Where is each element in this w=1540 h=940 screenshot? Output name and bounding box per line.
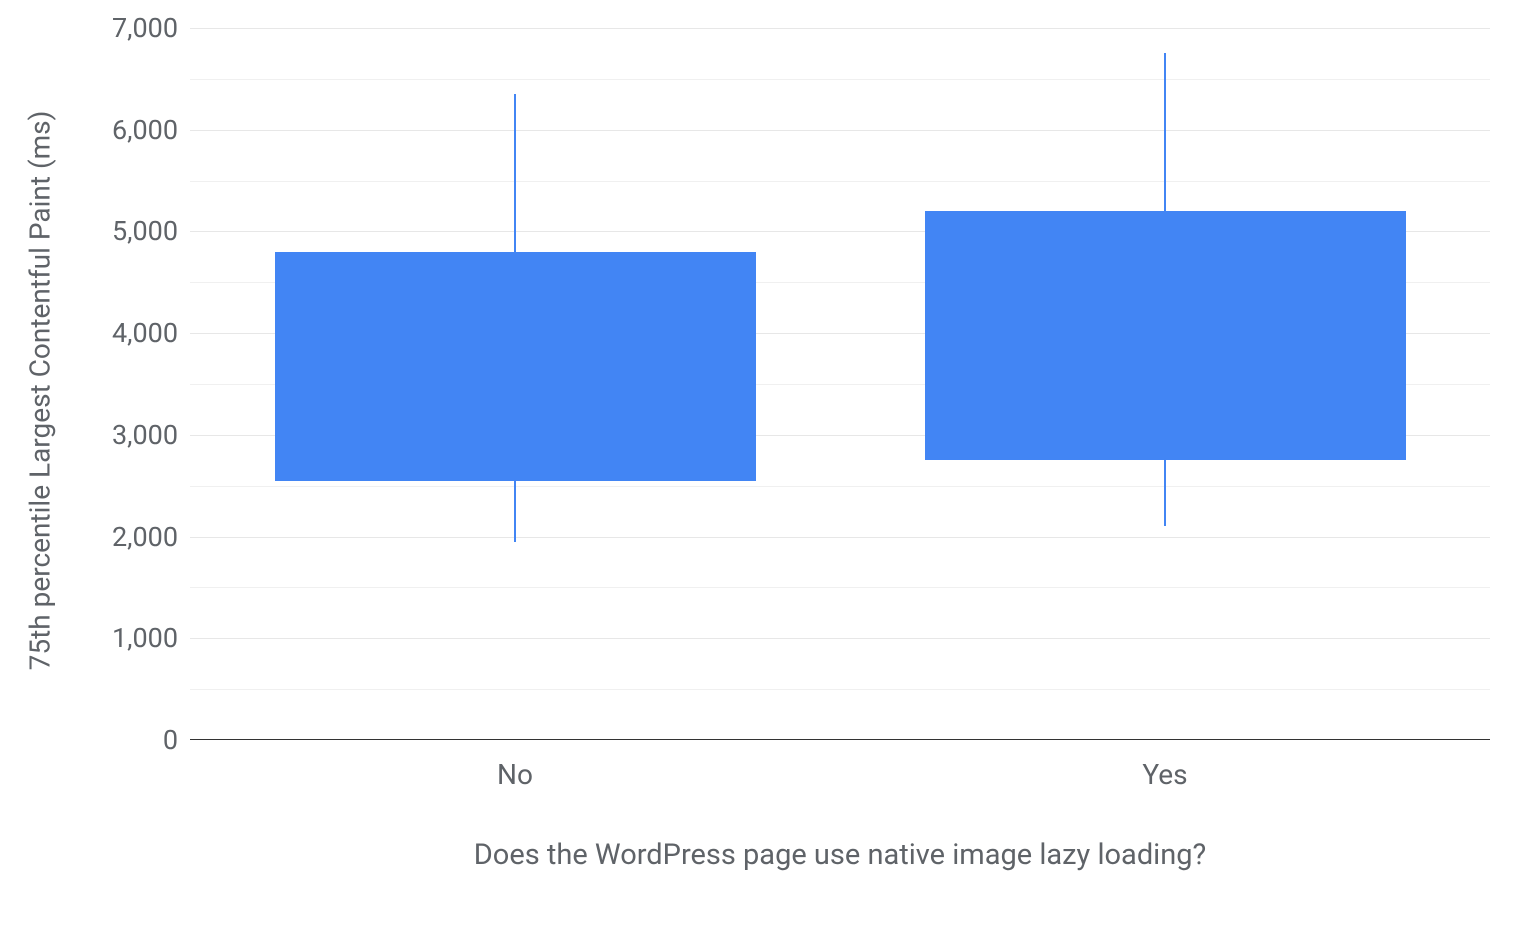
gridline-major xyxy=(190,638,1490,639)
y-tick-label: 6,000 xyxy=(98,114,178,146)
box xyxy=(925,211,1406,460)
box-plot-chart: 75th percentile Largest Contentful Paint… xyxy=(0,0,1540,940)
gridline-major xyxy=(190,130,1490,131)
gridline-minor xyxy=(190,486,1490,487)
plot-area: Does the WordPress page use native image… xyxy=(190,28,1490,740)
gridline-minor xyxy=(190,587,1490,588)
y-axis-title: 75th percentile Largest Contentful Paint… xyxy=(20,0,60,780)
x-tick-label: No xyxy=(497,758,533,791)
y-tick-label: 3,000 xyxy=(98,419,178,451)
gridline-minor xyxy=(190,689,1490,690)
y-tick-label: 1,000 xyxy=(98,622,178,654)
y-tick-label: 7,000 xyxy=(98,12,178,44)
y-tick-label: 0 xyxy=(98,724,178,756)
gridline-minor xyxy=(190,79,1490,80)
y-tick-label: 2,000 xyxy=(98,521,178,553)
gridline-minor xyxy=(190,181,1490,182)
x-tick-label: Yes xyxy=(1142,758,1187,791)
y-axis-title-text: 75th percentile Largest Contentful Paint… xyxy=(24,110,57,670)
y-tick-label: 5,000 xyxy=(98,215,178,247)
gridline-major xyxy=(190,537,1490,538)
x-axis-title: Does the WordPress page use native image… xyxy=(190,838,1490,872)
y-tick-label: 4,000 xyxy=(98,317,178,349)
gridline-major xyxy=(190,28,1490,29)
x-axis-line xyxy=(190,739,1490,740)
box xyxy=(275,252,756,481)
